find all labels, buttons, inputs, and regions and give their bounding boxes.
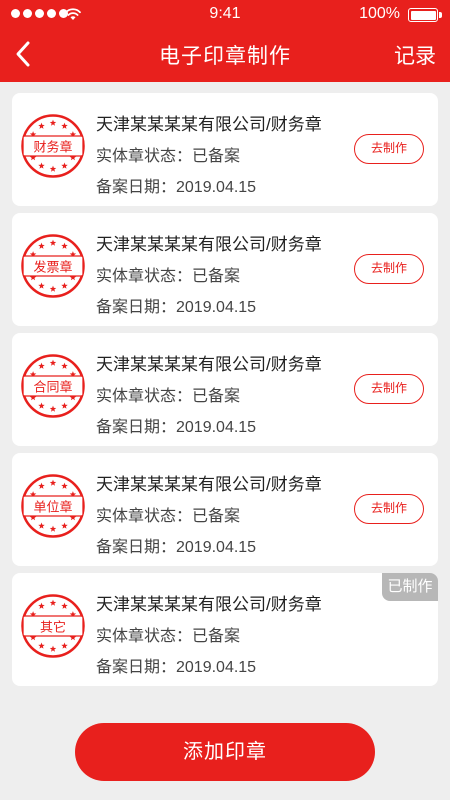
filing-date: 备案日期：2019.04.15: [96, 179, 257, 196]
filing-date: 备案日期：2019.04.15: [96, 419, 257, 436]
seal-label: 合同章: [33, 380, 72, 396]
seal-stamp-icon: 发票章: [21, 234, 85, 298]
seal-label: 发票章: [33, 260, 72, 276]
make-seal-button[interactable]: 去制作: [354, 254, 424, 284]
seal-card: 财务章 天津某某某某有限公司/财务章 实体章状态：已备案 备案日期：2019.0…: [12, 93, 438, 206]
page-title: 电子印章制作: [159, 45, 291, 68]
make-seal-button[interactable]: 去制作: [354, 374, 424, 404]
seal-status: 实体章状态：已备案: [96, 628, 241, 645]
seal-card: 合同章 天津某某某某有限公司/财务章 实体章状态：已备案 备案日期：2019.0…: [12, 333, 438, 446]
header: 9:41 100% 电子印章制作 记录: [0, 0, 450, 82]
nav-bar: 电子印章制作 记录: [0, 30, 450, 80]
company-name: 天津某某某某有限公司/财务章: [96, 235, 322, 254]
seal-card: 单位章 天津某某某某有限公司/财务章 实体章状态：已备案 备案日期：2019.0…: [12, 453, 438, 566]
seal-label: 其它: [40, 620, 66, 636]
seal-status: 实体章状态：已备案: [96, 148, 241, 165]
battery-icon: [408, 8, 442, 22]
seal-card: 发票章 天津某某某某有限公司/财务章 实体章状态：已备案 备案日期：2019.0…: [12, 213, 438, 326]
battery-percent: 100%: [359, 5, 400, 22]
seal-stamp-icon: 单位章: [21, 474, 85, 538]
add-seal-button[interactable]: 添加印章: [75, 723, 375, 781]
made-badge: 已制作: [382, 573, 438, 601]
make-seal-button[interactable]: 去制作: [354, 134, 424, 164]
seal-stamp-icon: 财务章: [21, 114, 85, 178]
seal-status: 实体章状态：已备案: [96, 508, 241, 525]
seal-stamp-icon: 合同章: [21, 354, 85, 418]
seal-label: 单位章: [33, 500, 72, 516]
seal-label: 财务章: [33, 140, 72, 156]
records-button[interactable]: 记录: [394, 40, 436, 70]
seal-status: 实体章状态：已备案: [96, 388, 241, 405]
status-bar: 9:41 100%: [0, 0, 450, 30]
company-name: 天津某某某某有限公司/财务章: [96, 355, 322, 374]
seal-card: 其它 天津某某某某有限公司/财务章 实体章状态：已备案 备案日期：2019.04…: [12, 573, 438, 686]
company-name: 天津某某某某有限公司/财务章: [96, 475, 322, 494]
seal-stamp-icon: 其它: [21, 594, 85, 658]
seal-status: 实体章状态：已备案: [96, 268, 241, 285]
company-name: 天津某某某某有限公司/财务章: [96, 115, 322, 134]
company-name: 天津某某某某有限公司/财务章: [96, 595, 322, 614]
filing-date: 备案日期：2019.04.15: [96, 539, 257, 556]
filing-date: 备案日期：2019.04.15: [96, 299, 257, 316]
make-seal-button[interactable]: 去制作: [354, 494, 424, 524]
filing-date: 备案日期：2019.04.15: [96, 659, 257, 676]
